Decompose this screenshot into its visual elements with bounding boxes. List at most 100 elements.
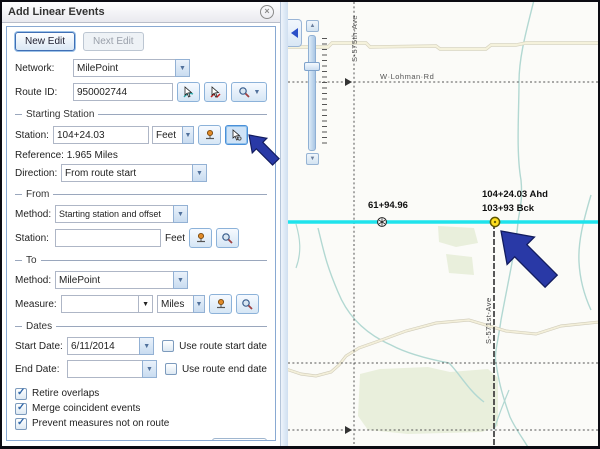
from-method-value: Starting station and offset	[55, 205, 173, 223]
back-station-label: 103+93 Bck	[482, 203, 535, 214]
start-date-combo[interactable]: 6/11/2014 ▼	[67, 337, 154, 355]
selected-station-marker	[490, 217, 499, 226]
chevron-down-icon[interactable]: ▼	[173, 205, 188, 223]
road-label-vertical-left: S-575th-Ave	[350, 15, 359, 62]
measure-unit-value: Miles	[157, 295, 193, 313]
vegetation-patch	[358, 367, 498, 434]
panel-title: Add Linear Events	[8, 6, 105, 18]
ref-station-label: 61+94.96	[368, 200, 408, 211]
station-point-icon	[204, 129, 216, 141]
from-station-locate-button[interactable]	[189, 228, 212, 248]
next-edit-button[interactable]: Next Edit	[83, 32, 144, 51]
retire-overlaps-label: Retire overlaps	[32, 388, 99, 399]
chevron-down-icon[interactable]: ▼	[139, 337, 154, 355]
minor-road	[288, 43, 598, 49]
vegetation-patch	[446, 254, 474, 275]
map-canvas[interactable]: W·Lohman·Rd S-575th-Ave S-571st-Ave 61+9…	[288, 2, 598, 446]
prevent-measures-label: Prevent measures not on route	[32, 418, 169, 429]
chevron-down-icon[interactable]: ▼	[139, 295, 153, 313]
zoom-slider-handle[interactable]	[304, 62, 320, 71]
stream	[296, 224, 300, 268]
road-label-horizontal: W·Lohman·Rd	[380, 72, 434, 81]
end-date-value	[67, 360, 142, 378]
panel-body: New Edit Next Edit Network: MilePoint ▼ …	[6, 26, 276, 441]
measure-unit-combo[interactable]: Miles ▼	[157, 295, 205, 313]
chevron-down-icon[interactable]: ▼	[173, 271, 188, 289]
measure-locate-button[interactable]	[209, 294, 232, 314]
chevron-down-icon[interactable]: ▼	[175, 59, 190, 77]
magnifier-icon	[221, 232, 234, 245]
from-unit-label: Feet	[165, 233, 185, 244]
pick-station-on-map-button[interactable]	[225, 125, 248, 145]
zoom-slider[interactable]: ▲ ▼	[302, 20, 332, 165]
use-route-end-date-label: Use route end date	[182, 364, 267, 375]
zoom-in-button[interactable]: ▲	[306, 20, 319, 32]
measure-search-button[interactable]	[236, 294, 259, 314]
station-unit-combo[interactable]: Feet ▼	[152, 126, 194, 144]
add-linear-events-panel: Add Linear Events × New Edit Next Edit N…	[2, 2, 280, 446]
ahead-station-label: 104+24.03 Ahd	[482, 189, 548, 200]
direction-combo[interactable]: From route start ▼	[61, 164, 207, 182]
chevron-down-icon[interactable]: ▼	[192, 164, 207, 182]
use-route-start-date-checkbox[interactable]	[162, 340, 174, 352]
road-direction-arrow	[345, 78, 352, 86]
to-legend: To	[15, 255, 267, 266]
magnifier-icon	[241, 298, 254, 311]
measure-label: Measure:	[15, 299, 61, 310]
chevron-down-icon[interactable]: ▼	[182, 126, 194, 144]
vegetation-patch	[438, 226, 478, 247]
use-route-end-date-checkbox[interactable]	[165, 363, 177, 375]
chevron-down-icon[interactable]: ▼	[193, 295, 205, 313]
panel-map-splitter[interactable]	[280, 2, 288, 446]
cursor-route-icon	[182, 86, 195, 99]
to-method-value: MilePoint	[55, 271, 173, 289]
station-locate-button[interactable]	[198, 125, 221, 145]
end-date-label: End Date:	[15, 364, 67, 375]
from-station-input[interactable]	[55, 229, 161, 247]
start-date-label: Start Date:	[15, 341, 67, 352]
start-date-value: 6/11/2014	[67, 337, 139, 355]
chevron-down-icon[interactable]: ▼	[142, 360, 157, 378]
zoom-slider-ticks	[322, 38, 327, 148]
use-route-start-date-label: Use route start date	[179, 341, 267, 352]
station-unit-value: Feet	[152, 126, 182, 144]
chevron-down-icon: ▼	[254, 89, 261, 96]
from-method-combo[interactable]: Starting station and offset ▼	[55, 205, 188, 223]
close-icon[interactable]: ×	[260, 5, 274, 19]
zoom-out-button[interactable]: ▼	[306, 153, 319, 165]
retire-overlaps-checkbox[interactable]	[15, 388, 27, 400]
new-edit-button[interactable]: New Edit	[15, 32, 75, 51]
from-station-label: Station:	[15, 233, 55, 244]
merge-coincident-events-label: Merge coincident events	[32, 403, 140, 414]
measure-combo[interactable]: ▼	[61, 295, 153, 313]
stream	[495, 2, 534, 446]
collapse-panel-tab[interactable]	[288, 19, 302, 47]
end-date-combo[interactable]: ▼	[67, 360, 157, 378]
starting-station-input[interactable]	[53, 126, 149, 144]
route-id-input[interactable]	[73, 83, 173, 101]
direction-value: From route start	[61, 164, 192, 182]
starting-station-legend: Starting Station	[15, 109, 267, 120]
map-viewport[interactable]: W·Lohman·Rd S-575th-Ave S-571st-Ave 61+9…	[288, 2, 598, 446]
prevent-measures-checkbox[interactable]	[15, 418, 27, 430]
zoom-slider-track[interactable]	[308, 35, 316, 151]
network-combo[interactable]: MilePoint ▼	[73, 59, 190, 77]
dates-legend: Dates	[15, 321, 267, 332]
clear-route-selection-button[interactable]	[204, 82, 227, 102]
panel-header: Add Linear Events ×	[2, 2, 280, 23]
merge-coincident-events-checkbox[interactable]	[15, 403, 27, 415]
direction-label: Direction:	[15, 168, 61, 179]
cursor-clear-icon	[209, 86, 222, 99]
select-route-on-map-button[interactable]	[177, 82, 200, 102]
from-method-label: Method:	[15, 209, 55, 220]
road-direction-arrow	[345, 426, 352, 434]
to-method-combo[interactable]: MilePoint ▼	[55, 271, 188, 289]
from-station-search-button[interactable]	[216, 228, 239, 248]
road-label-vertical-right: S-571st-Ave	[484, 297, 493, 344]
route-search-split-button[interactable]: ▼	[231, 82, 267, 102]
network-label: Network:	[15, 63, 73, 74]
app-window: Add Linear Events × New Edit Next Edit N…	[0, 0, 600, 449]
next-button[interactable]: Next >	[212, 438, 267, 441]
station-point-icon	[215, 298, 227, 310]
stream	[579, 195, 591, 310]
